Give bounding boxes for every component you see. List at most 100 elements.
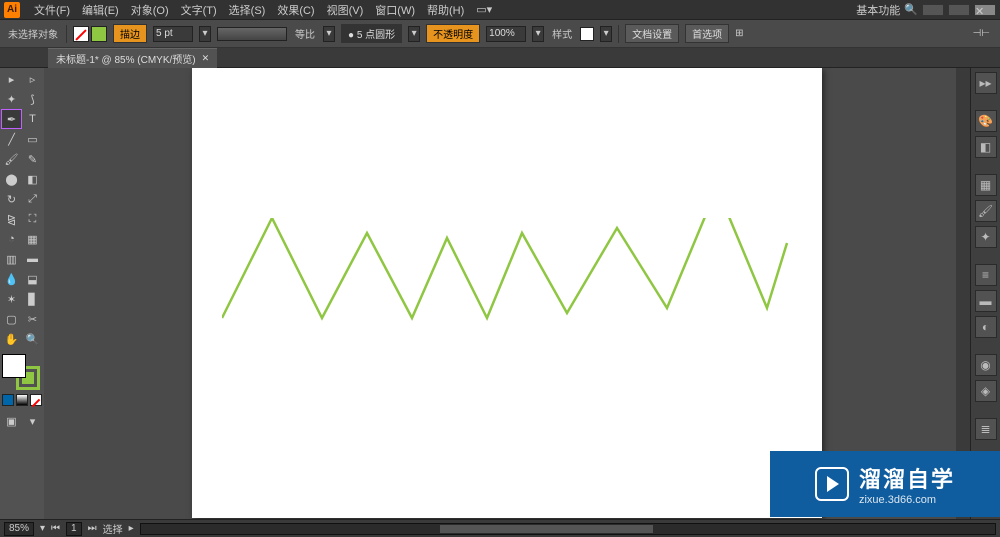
search-icon[interactable]: 🔍 (904, 3, 918, 16)
expand-options-icon[interactable]: ⊣⊢ (969, 28, 994, 39)
width-tool-icon[interactable]: ⧎ (2, 210, 21, 228)
watermark-overlay: 溜溜自学 zixue.3d66.com (770, 451, 1000, 517)
horizontal-scrollbar[interactable] (140, 523, 996, 535)
rotate-tool-icon[interactable]: ↻ (2, 190, 21, 208)
maximize-button[interactable] (948, 4, 970, 16)
none-mode-icon[interactable] (30, 394, 42, 406)
minimize-button[interactable] (922, 4, 944, 16)
menu-file[interactable]: 文件(F) (28, 2, 76, 18)
scrollbar-thumb[interactable] (440, 525, 654, 533)
brushes-panel-icon[interactable]: 🖌 (975, 200, 997, 222)
opacity-button[interactable]: 不透明度 (426, 24, 480, 43)
stroke-panel-icon[interactable]: ≡ (975, 264, 997, 286)
menu-select[interactable]: 选择(S) (223, 2, 272, 18)
stroke-button[interactable]: 描边 (113, 24, 147, 43)
shape-builder-tool-icon[interactable]: ◔ (2, 230, 21, 248)
menu-edit[interactable]: 编辑(E) (76, 2, 125, 18)
perspective-tool-icon[interactable]: ▦ (23, 230, 42, 248)
magic-wand-tool-icon[interactable]: ✦ (2, 90, 21, 108)
profile-dropdown-icon[interactable]: ▾ (323, 26, 335, 42)
menu-window[interactable]: 窗口(W) (369, 2, 421, 18)
brush-def-button[interactable]: ● 5 点圆形 (341, 24, 402, 43)
document-tab[interactable]: 未标题-1* @ 85% (CMYK/预览) ✕ (48, 48, 217, 68)
slice-tool-icon[interactable]: ✂ (23, 310, 42, 328)
gradient-panel-icon[interactable]: ▬ (975, 290, 997, 312)
selection-tool-icon[interactable]: ▸ (2, 70, 21, 88)
menu-type[interactable]: 文字(T) (175, 2, 223, 18)
transparency-panel-icon[interactable]: ◐ (975, 316, 997, 338)
brush-dropdown-icon[interactable]: ▾ (408, 26, 420, 42)
layout-button[interactable]: ▭▾ (470, 3, 498, 16)
stroke-swatch-icon[interactable] (91, 26, 107, 42)
stroke-weight-dropdown-icon[interactable]: ▾ (199, 26, 211, 42)
screen-mode-icon[interactable]: ▣ (2, 412, 21, 430)
pencil-tool-icon[interactable]: ✎ (23, 150, 42, 168)
mesh-tool-icon[interactable]: ▥ (2, 250, 21, 268)
doc-setup-button[interactable]: 文档设置 (625, 24, 679, 43)
toolbox: ▸▹ ✦⟆ ✒T ╱▭ 🖌✎ ⬤◧ ↻⤢ ⧎⛶ ◔▦ ▥▬ 💧⬓ ✶▊ ▢✂ ✋… (0, 68, 44, 519)
symbol-sprayer-tool-icon[interactable]: ✶ (2, 290, 21, 308)
paintbrush-tool-icon[interactable]: 🖌 (2, 150, 21, 168)
menu-view[interactable]: 视图(V) (321, 2, 370, 18)
menu-object[interactable]: 对象(O) (125, 2, 175, 18)
change-screen-icon[interactable]: ▾ (23, 412, 42, 430)
artboard-next-icon[interactable]: ⏭ (88, 523, 97, 534)
menu-help[interactable]: 帮助(H) (421, 2, 470, 18)
stroke-profile-button[interactable] (217, 27, 287, 41)
fill-color-icon[interactable] (2, 354, 26, 378)
eraser-tool-icon[interactable]: ◧ (23, 170, 42, 188)
align-icon[interactable]: ⊞ (735, 28, 743, 39)
zoom-field[interactable]: 85% (4, 522, 34, 536)
zigzag-path-artwork[interactable] (222, 218, 802, 378)
lasso-tool-icon[interactable]: ⟆ (23, 90, 42, 108)
direct-selection-tool-icon[interactable]: ▹ (23, 70, 42, 88)
layers-panel-icon[interactable]: ≣ (975, 418, 997, 440)
close-button[interactable]: ✕ (974, 4, 996, 16)
expand-panels-icon[interactable]: ▸▸ (975, 72, 997, 94)
artboard-nav-field[interactable]: 1 (66, 522, 82, 536)
gradient-tool-icon[interactable]: ▬ (23, 250, 42, 268)
status-dropdown-icon[interactable]: ▸ (129, 523, 134, 534)
play-logo-icon (815, 467, 849, 501)
zoom-dropdown-icon[interactable]: ▾ (40, 523, 45, 534)
pen-tool-icon[interactable]: ✒ (2, 110, 21, 128)
artboard-tool-icon[interactable]: ▢ (2, 310, 21, 328)
scale-tool-icon[interactable]: ⤢ (23, 190, 42, 208)
style-label: 样式 (550, 26, 574, 41)
hand-tool-icon[interactable]: ✋ (2, 330, 21, 348)
free-transform-tool-icon[interactable]: ⛶ (23, 210, 42, 228)
style-dropdown-icon[interactable]: ▾ (600, 26, 612, 42)
style-swatch-icon[interactable] (580, 27, 594, 41)
blend-tool-icon[interactable]: ⬓ (23, 270, 42, 288)
watermark-title: 溜溜自学 (859, 462, 955, 494)
opacity-input[interactable] (486, 26, 526, 42)
fill-stroke-swatches[interactable] (73, 26, 107, 42)
color-guide-panel-icon[interactable]: ◧ (975, 136, 997, 158)
options-bar: 未选择对象 描边 ▾ 等比 ▾ ● 5 点圆形 ▾ 不透明度 ▾ 样式 ▾ 文档… (0, 20, 1000, 48)
opacity-dropdown-icon[interactable]: ▾ (532, 26, 544, 42)
symbols-panel-icon[interactable]: ✦ (975, 226, 997, 248)
color-mode-icon[interactable] (2, 394, 14, 406)
gradient-mode-icon[interactable] (16, 394, 28, 406)
type-tool-icon[interactable]: T (23, 110, 42, 128)
artboard-prev-icon[interactable]: ⏮ (51, 523, 60, 534)
fill-swatch-icon[interactable] (73, 26, 89, 42)
swatches-panel-icon[interactable]: ▦ (975, 174, 997, 196)
graph-tool-icon[interactable]: ▊ (23, 290, 42, 308)
stroke-weight-input[interactable] (153, 26, 193, 42)
close-tab-icon[interactable]: ✕ (202, 53, 210, 64)
tool-status-label: 选择 (103, 521, 123, 536)
color-panel-icon[interactable]: 🎨 (975, 110, 997, 132)
workspace-label[interactable]: 基本功能 (856, 2, 900, 18)
menu-effect[interactable]: 效果(C) (271, 2, 320, 18)
prefs-button[interactable]: 首选项 (685, 24, 729, 43)
line-tool-icon[interactable]: ╱ (2, 130, 21, 148)
artboard[interactable]: ⋯ (192, 68, 822, 518)
zoom-tool-icon[interactable]: 🔍 (23, 330, 42, 348)
graphic-styles-panel-icon[interactable]: ◈ (975, 380, 997, 402)
eyedropper-tool-icon[interactable]: 💧 (2, 270, 21, 288)
fill-stroke-control[interactable] (2, 354, 42, 390)
appearance-panel-icon[interactable]: ◉ (975, 354, 997, 376)
blob-brush-tool-icon[interactable]: ⬤ (2, 170, 21, 188)
rectangle-tool-icon[interactable]: ▭ (23, 130, 42, 148)
